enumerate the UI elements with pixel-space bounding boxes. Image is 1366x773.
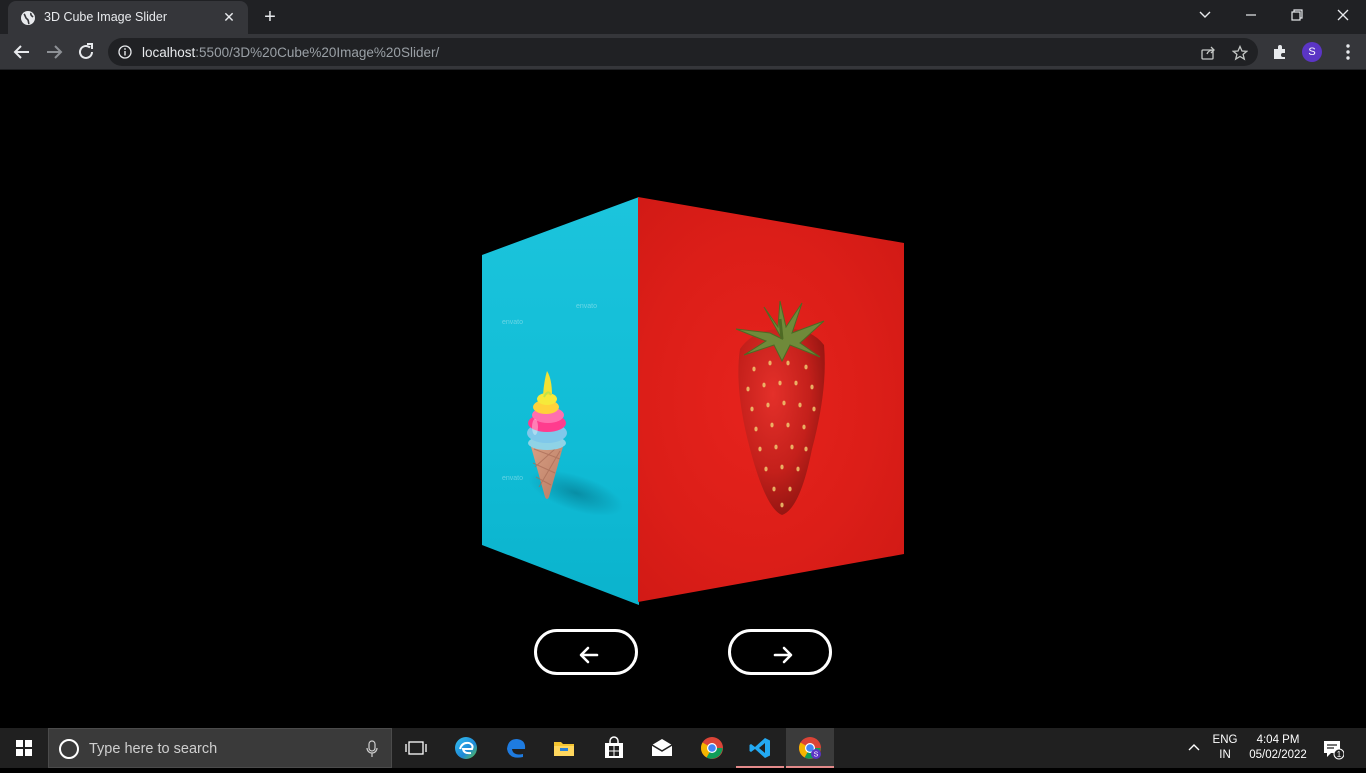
language-region: IN [1219,749,1231,761]
notification-count: 1 [1337,750,1342,759]
chrome-menu-icon[interactable] [1338,42,1358,62]
next-slide-button[interactable] [728,629,832,675]
url-host: localhost [142,45,196,60]
edge-legacy-icon[interactable] [492,728,540,768]
address-bar[interactable]: localhost:5500/3D%20Cube%20Image%20Slide… [108,38,1258,66]
tab-close-icon[interactable]: ✕ [220,8,238,26]
extensions-puzzle-icon[interactable] [1270,42,1290,62]
microphone-icon[interactable] [365,740,379,758]
globe-icon [20,10,36,26]
watermark-text: envato [502,319,524,326]
profile-avatar[interactable]: S [1302,42,1322,62]
new-tab-button[interactable]: + [258,6,282,28]
bookmark-star-icon[interactable] [1231,44,1249,61]
task-view-icon[interactable] [392,728,440,768]
windows-start-icon[interactable] [0,728,48,768]
vscode-icon[interactable] [736,728,784,768]
browser-tab-strip: 3D Cube Image Slider ✕ + [0,0,1366,34]
language-code: ENG [1212,734,1238,746]
cortana-circle-icon [59,739,79,759]
forward-arrow-icon[interactable] [42,40,66,64]
restore-icon[interactable] [1274,0,1320,30]
share-icon[interactable] [1200,45,1216,61]
svg-text:S: S [814,752,819,759]
browser-toolbar: localhost:5500/3D%20Cube%20Image%20Slide… [0,34,1366,70]
site-info-icon[interactable] [118,45,132,59]
minimize-icon[interactable] [1228,0,1274,30]
cube-face-strawberry [638,197,904,602]
file-explorer-icon[interactable] [540,728,588,768]
windows-taskbar: Type here to search S ENG IN 4:04 PM 05/… [0,728,1366,768]
back-arrow-icon[interactable] [10,40,34,64]
input-language[interactable]: ENG IN [1208,733,1242,763]
clock-time: 4:04 PM [1256,734,1300,746]
tab-title: 3D Cube Image Slider [44,10,167,24]
search-placeholder: Type here to search [89,741,218,757]
url-text: localhost:5500/3D%20Cube%20Image%20Slide… [142,45,439,60]
show-hidden-icons-chevron-icon[interactable] [1186,740,1202,756]
watermark-text: envato [576,303,598,310]
browser-tab[interactable]: 3D Cube Image Slider ✕ [8,1,248,34]
ice-cream-image [527,371,567,499]
prev-slide-button[interactable] [534,629,638,675]
notification-center-icon[interactable]: 1 [1322,738,1345,760]
watermark-text: envato [502,475,524,482]
system-clock[interactable]: 4:04 PM 05/02/2022 [1246,733,1310,763]
cube-face-ice-cream: envato envato envato [482,197,639,605]
clock-date: 05/02/2022 [1249,749,1307,761]
chrome-icon[interactable] [688,728,736,768]
strawberry-image [735,300,825,515]
page-viewport: envato envato envato [0,71,1366,728]
close-window-icon[interactable] [1320,0,1366,30]
taskbar-search-box[interactable]: Type here to search [48,728,392,768]
chrome-profile-icon[interactable]: S [786,728,834,768]
mail-icon[interactable] [638,728,686,768]
store-icon[interactable] [590,728,638,768]
tab-search-chevron-icon[interactable] [1182,0,1228,30]
arrow-left-icon [579,646,599,664]
reload-icon[interactable] [74,40,98,64]
image-cube: envato envato envato [482,197,904,605]
arrow-right-icon [773,646,793,664]
edge-new-icon[interactable] [442,728,490,768]
url-path: :5500/3D%20Cube%20Image%20Slider/ [195,45,440,60]
